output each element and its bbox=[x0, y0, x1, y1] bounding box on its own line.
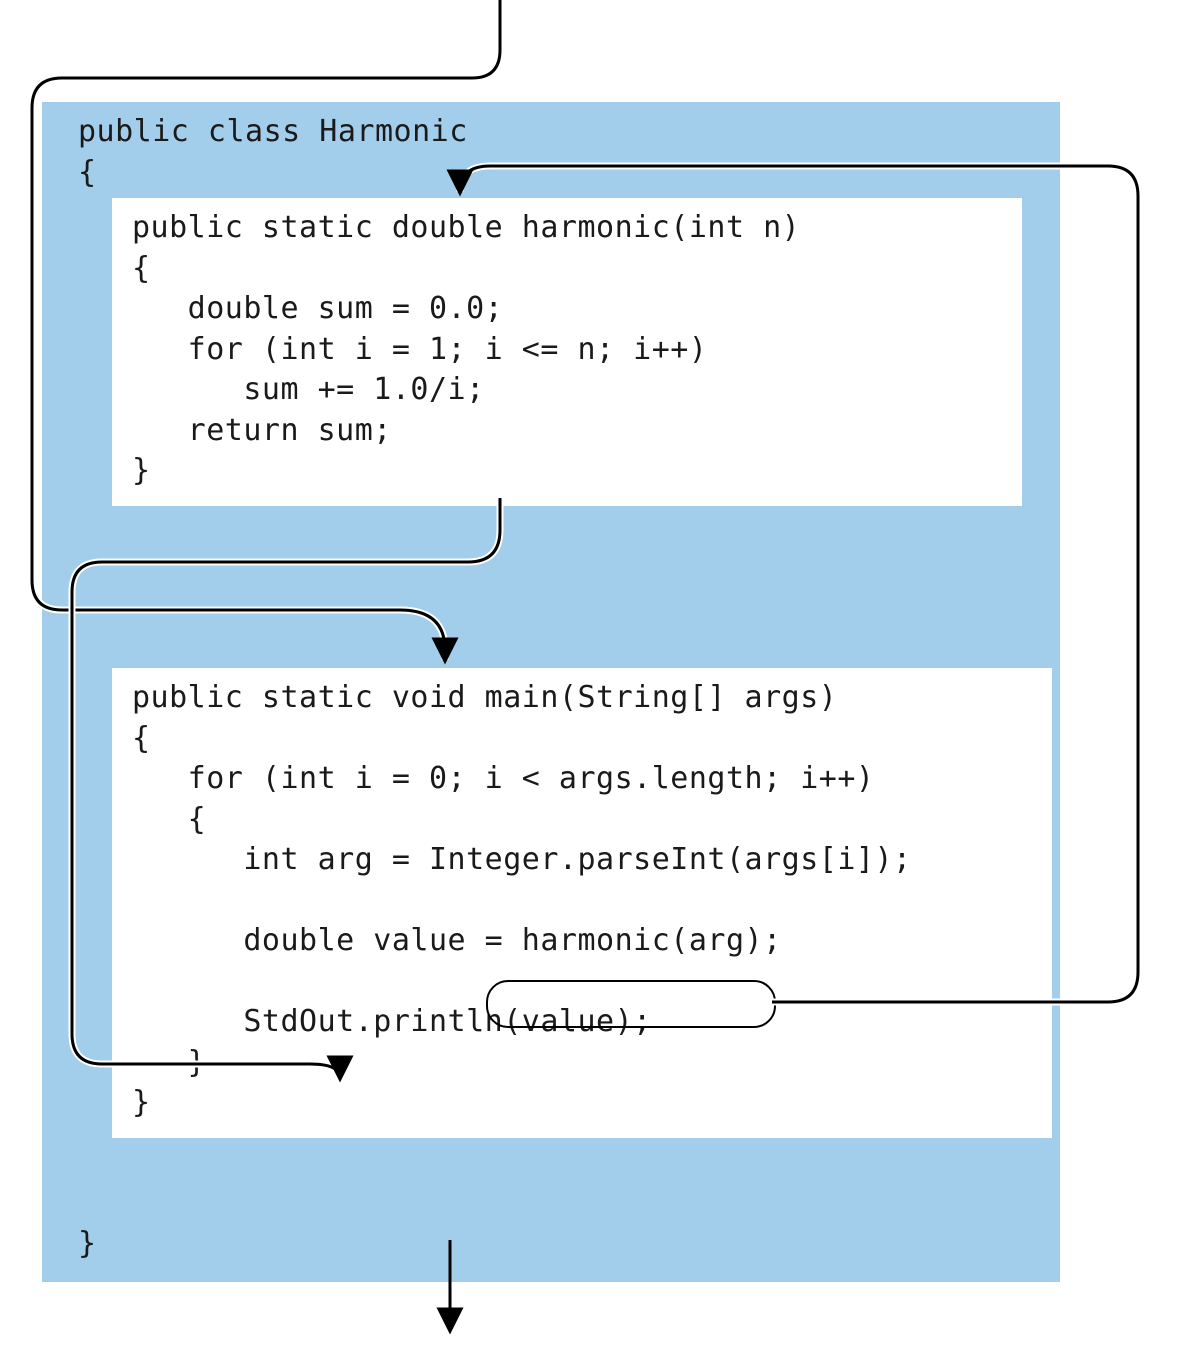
function-call-highlight bbox=[486, 980, 776, 1028]
class-decl-line2: { bbox=[78, 155, 97, 190]
class-declaration: public class Harmonic { bbox=[78, 112, 468, 193]
class-decl-line1: public class Harmonic bbox=[78, 114, 468, 149]
harmonic-method-box: public static double harmonic(int n) { d… bbox=[112, 198, 1022, 506]
diagram-canvas: public class Harmonic { } public static … bbox=[0, 0, 1202, 1348]
main-method-box: public static void main(String[] args) {… bbox=[112, 668, 1052, 1138]
class-close-brace: } bbox=[78, 1224, 97, 1265]
